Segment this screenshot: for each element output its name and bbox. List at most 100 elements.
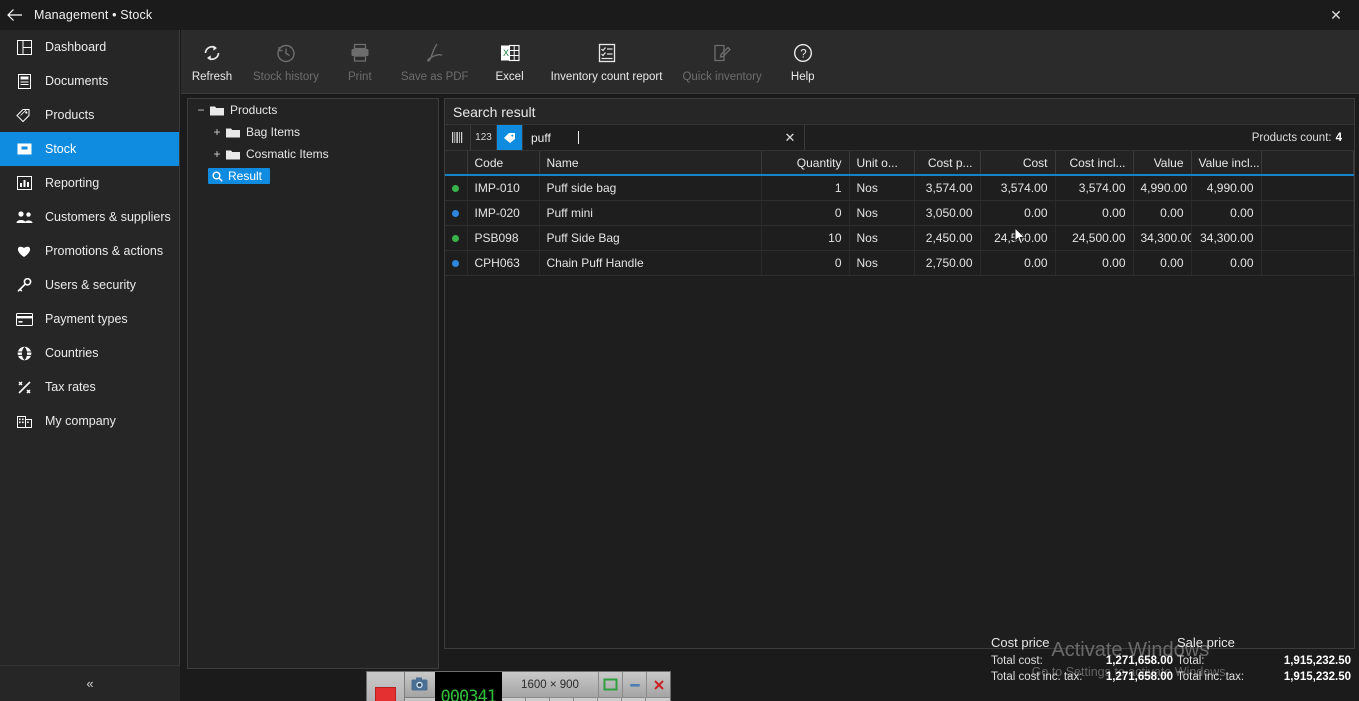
stop-square [374,686,396,701]
column-header-unit[interactable]: Unit o... [849,151,915,176]
sidebar-item-users-security[interactable]: Users & security [0,268,179,302]
minimize-icon[interactable] [622,672,646,697]
cell-value: 0.00 [1133,250,1192,276]
toolbar-button-save-as-pdf[interactable]: Save as PDF [391,34,479,90]
back-arrow-icon[interactable] [0,0,30,30]
tree-toggle-icon[interactable]: + [208,147,226,161]
column-header-name[interactable]: Name [539,151,762,176]
barcode-icon[interactable] [445,125,471,150]
cell-cost: 0.00 [980,200,1056,226]
close-icon[interactable]: ✕ [1313,0,1359,30]
column-header-quantity[interactable]: Quantity [761,151,850,176]
tree-node-products[interactable]: − Products [188,99,438,121]
toolbar-label: Excel [495,71,524,83]
cell-cost-price: 2,750.00 [914,250,981,276]
toolbar-button-inventory-count-report[interactable]: Inventory count report [541,34,673,90]
column-header-status[interactable] [445,151,468,176]
cell-code: IMP-020 [467,200,540,226]
cell-value-incl: 4,990.00 [1191,175,1262,201]
numeric-search-mode-button[interactable]: 123 [471,125,497,150]
sidebar-item-documents[interactable]: Documents [0,64,179,98]
printer-icon [349,40,371,66]
sidebar-item-promotions-actions[interactable]: Promotions & actions [0,234,179,268]
tree-node-bag-items[interactable]: + Bag Items [188,121,438,143]
search-input-wrapper[interactable]: ✕ [523,125,805,150]
column-header-code[interactable]: Code [467,151,540,176]
sale-price-title: Sale price [1177,635,1235,650]
table-row[interactable]: IMP-010 Puff side bag 1 Nos 3,574.00 3,5… [445,175,1354,201]
sidebar-item-products[interactable]: Products [0,98,179,132]
sidebar-item-dashboard[interactable]: Dashboard [0,30,179,64]
dashboard-icon [13,36,35,58]
cell-name: Puff Side Bag [539,225,762,251]
recorder-mid-buttons [404,672,435,701]
tree-toggle-icon[interactable]: + [208,125,226,139]
tree-node-label: Cosmatic Items [246,147,329,161]
column-header-value-incl[interactable]: Value incl... [1191,151,1262,176]
tree-node-label: Products [230,103,278,117]
sidebar-item-my-company[interactable]: My company [0,404,179,438]
heart-icon [13,240,35,262]
products-count: Products count: 4 [805,125,1354,150]
recording-dimensions: 1600 × 900 [521,678,579,691]
sidebar-item-stock[interactable]: Stock [0,132,179,166]
column-header-value[interactable]: Value [1133,151,1192,176]
clear-search-icon[interactable]: ✕ [776,130,804,146]
products-count-label: Products count: [1251,131,1332,144]
toolbar-button-help[interactable]: ? Help [772,34,834,90]
toolbar-label: Quick inventory [682,71,762,83]
cell-quantity: 0 [761,250,850,276]
sidebar-item-tax-rates[interactable]: Tax rates [0,370,179,404]
box-icon [13,138,35,160]
table-row[interactable]: CPH063 Chain Puff Handle 0 Nos 2,750.00 … [445,250,1354,276]
sidebar-item-countries[interactable]: Countries [0,336,179,370]
table-row[interactable]: PSB098 Puff Side Bag 10 Nos 2,450.00 24,… [445,225,1354,251]
region-frame-icon[interactable] [598,672,622,697]
stock-results-table: Code Name Quantity Unit o... Cost p... C… [445,151,1354,276]
close-icon[interactable] [646,672,670,697]
sidebar-item-label: Stock [45,142,77,156]
toolbar-button-print[interactable]: Print [329,34,391,90]
column-header-cost-incl[interactable]: Cost incl... [1055,151,1134,176]
column-header-cost[interactable]: Cost [980,151,1056,176]
sidebar-item-reporting[interactable]: Reporting [0,166,179,200]
search-input[interactable] [523,130,776,145]
camera-icon[interactable] [404,672,435,698]
toolbar-button-refresh[interactable]: Refresh [181,34,243,90]
sale-price-totals: Sale price Total: 1,915,232.50 Total inc… [1177,635,1351,687]
toolbar-label: Stock history [253,71,319,83]
stop-record-icon[interactable] [367,672,405,701]
sidebar-item-customers-suppliers[interactable]: Customers & suppliers [0,200,179,234]
toolbar-button-quick-inventory[interactable]: Quick inventory [672,34,771,90]
toolbar-label: Save as PDF [400,71,469,83]
column-header-cost-price[interactable]: Cost p... [914,151,981,176]
toolbar-label: Refresh [191,71,233,83]
page-title: Management • Stock [34,8,153,22]
tree-node-result[interactable]: Result [188,165,438,187]
tree-node-cosmatic-items[interactable]: + Cosmatic Items [188,143,438,165]
recorder-tool-row [502,697,670,701]
total-sale-value: 1,915,232.50 [1283,655,1351,667]
status-dot [452,184,460,192]
folder-icon [210,104,224,116]
total-sale-inc-tax-line: Total inc. tax: 1,915,232.50 [1177,671,1351,683]
recording-timer: 000341 [434,672,502,701]
total-cost-value: 1,271,658.00 [1105,655,1173,667]
toolbar-label: Help [790,71,815,83]
toolbar-button-excel[interactable]: X Excel [479,34,541,90]
toolbar: Refresh Stock history Print Save as PDF [181,30,1359,94]
tree-node-label: Result [228,169,263,183]
tag-search-mode-button[interactable] [497,125,523,150]
toolbar-button-stock-history[interactable]: Stock history [243,34,329,90]
total-sale-inc-tax-label: Total inc. tax: [1177,671,1245,683]
status-dot [452,209,460,217]
text-caret [578,131,579,144]
column-header-spare[interactable] [1261,151,1354,176]
sidebar-item-payment-types[interactable]: Payment types [0,302,179,336]
sidebar-collapse-button[interactable]: « [0,665,180,701]
cell-unit: Nos [849,225,915,251]
pause-icon[interactable] [404,697,435,701]
tree-toggle-icon[interactable]: − [192,103,210,117]
sidebar-item-label: Products [45,108,95,122]
table-row[interactable]: IMP-020 Puff mini 0 Nos 3,050.00 0.00 0.… [445,200,1354,226]
